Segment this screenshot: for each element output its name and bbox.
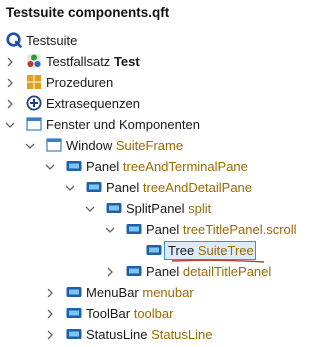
chevron-down-icon[interactable] — [4, 119, 16, 131]
testcase-set-icon — [27, 54, 41, 68]
tree-node-window[interactable]: Window SuiteFrame — [0, 135, 306, 156]
tree-node-panel-tree-title[interactable]: Panel treeTitlePanel.scroll — [0, 219, 306, 240]
tree-node-kind: Panel — [146, 222, 180, 237]
tree-node-kind: MenuBar — [86, 285, 139, 300]
panel-icon — [126, 266, 142, 276]
panel-icon — [146, 245, 162, 255]
tree-node-name: toolbar — [133, 306, 174, 321]
tree-node-name: Test — [113, 54, 140, 69]
tree-node-kind: Tree — [168, 243, 195, 258]
tree-node-kind: SplitPanel — [126, 201, 185, 216]
tree-node-kind: Panel — [146, 264, 180, 279]
tree-node-extrasequenzen[interactable]: Extrasequenzen — [0, 93, 306, 114]
qf-test-logo-icon — [6, 32, 22, 48]
chevron-right-icon[interactable] — [4, 77, 16, 89]
tree-node-name: treeTitlePanel.scroll — [182, 222, 297, 237]
panel-icon — [106, 203, 122, 213]
chevron-right-icon[interactable] — [4, 56, 16, 68]
chevron-right-icon[interactable] — [4, 98, 16, 110]
tree-node-name: split — [188, 201, 212, 216]
tree-node-toolbar[interactable]: ToolBar toolbar — [0, 303, 306, 324]
tree-node-splitpanel[interactable]: SplitPanel split — [0, 198, 306, 219]
tree-node-name: treeAndDetailPane — [142, 180, 253, 195]
tree-node-label: Extrasequenzen — [46, 96, 140, 111]
chevron-down-icon[interactable] — [44, 161, 56, 173]
panel-icon — [66, 161, 82, 171]
tree-node-kind: Testfallsatz — [46, 54, 111, 69]
chevron-down-icon[interactable] — [84, 203, 96, 215]
tree-node-menubar[interactable]: MenuBar menubar — [0, 282, 306, 303]
tree-node-label: Prozeduren — [46, 75, 114, 90]
tree-node-kind: Panel — [106, 180, 140, 195]
tree-node-name: treeAndTerminalPane — [122, 159, 248, 174]
chevron-right-icon[interactable] — [104, 266, 116, 278]
tree-node-kind: ToolBar — [86, 306, 131, 321]
tree-node-label: Testsuite — [26, 33, 78, 48]
chevron-right-icon[interactable] — [44, 329, 56, 341]
chevron-down-icon[interactable] — [24, 140, 36, 152]
tree-node-tree-suitetree[interactable]: Tree SuiteTree — [0, 240, 306, 263]
tree-node-name: detailTitlePanel — [182, 264, 272, 279]
tree-node-panel-detail-title[interactable]: Panel detailTitlePanel — [0, 261, 306, 282]
tree-node-fenster-und-komponenten[interactable]: Fenster und Komponenten — [0, 114, 306, 135]
window-icon — [46, 138, 62, 152]
tree-node-kind: StatusLine — [86, 327, 148, 342]
tree-node-prozeduren[interactable]: Prozeduren — [0, 72, 306, 93]
tree-node-name: menubar — [142, 285, 194, 300]
window-title: Testsuite components.qft — [0, 0, 306, 27]
tree-node-name: StatusLine — [151, 327, 213, 342]
panel-icon — [66, 308, 82, 318]
panel-icon — [66, 287, 82, 297]
panel-icon — [86, 182, 102, 192]
windows-components-icon — [26, 117, 42, 131]
tree-node-testsuite[interactable]: Testsuite — [0, 30, 306, 51]
chevron-down-icon[interactable] — [64, 182, 76, 194]
chevron-right-icon[interactable] — [44, 287, 56, 299]
procedures-icon — [27, 75, 41, 89]
tree-node-name: SuiteFrame — [115, 138, 184, 153]
extras-icon — [26, 95, 42, 111]
tree-node-label: Fenster und Komponenten — [46, 117, 200, 132]
panel-icon — [126, 224, 142, 234]
tree-node-kind: Window — [66, 138, 113, 153]
panel-icon — [66, 329, 82, 339]
tree-node-panel-tree-and-detail[interactable]: Panel treeAndDetailPane — [0, 177, 306, 198]
tree-node-kind: Panel — [86, 159, 120, 174]
chevron-down-icon[interactable] — [104, 224, 116, 236]
tree-node-name: SuiteTree — [197, 243, 254, 258]
chevron-right-icon[interactable] — [44, 308, 56, 320]
tree-node-panel-tree-and-terminal[interactable]: Panel treeAndTerminalPane — [0, 156, 306, 177]
tree-node-testfallsatz[interactable]: Testfallsatz Test — [0, 51, 306, 72]
tree-node-statusline[interactable]: StatusLine StatusLine — [0, 324, 306, 345]
